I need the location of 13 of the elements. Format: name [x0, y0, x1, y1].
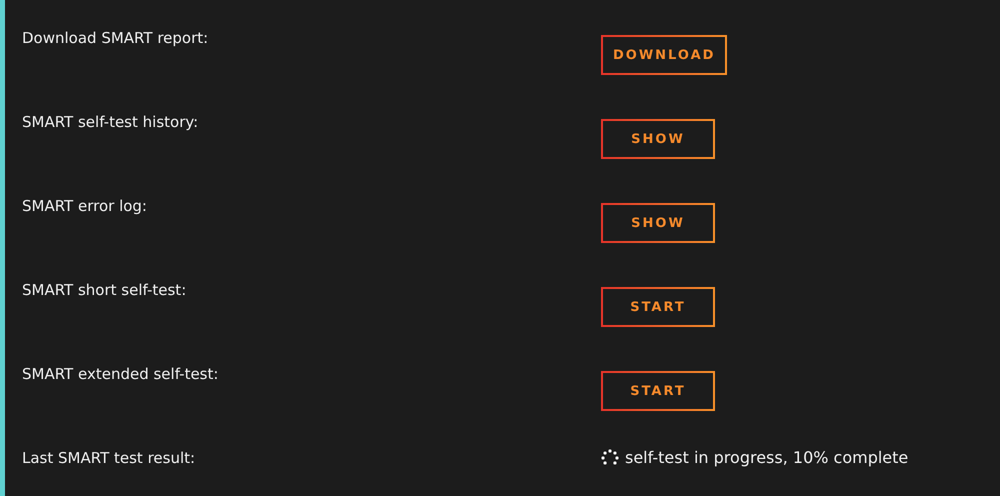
row-label: Download SMART report:	[22, 28, 208, 48]
status-text: self-test in progress, 10% complete	[625, 447, 908, 469]
row-label: SMART short self-test:	[22, 280, 186, 300]
action-button[interactable]: DOWNLOAD	[601, 35, 728, 75]
row-label: SMART self-test history:	[22, 112, 198, 132]
action-button[interactable]: START	[601, 287, 715, 327]
row-label: SMART error log:	[22, 196, 147, 216]
action-button[interactable]: START	[601, 371, 715, 411]
spinner-icon	[601, 449, 619, 467]
row-label: Last SMART test result:	[22, 448, 196, 468]
action-button[interactable]: SHOW	[601, 203, 715, 243]
row-label: SMART extended self-test:	[22, 364, 218, 384]
action-button[interactable]: SHOW	[601, 119, 715, 159]
